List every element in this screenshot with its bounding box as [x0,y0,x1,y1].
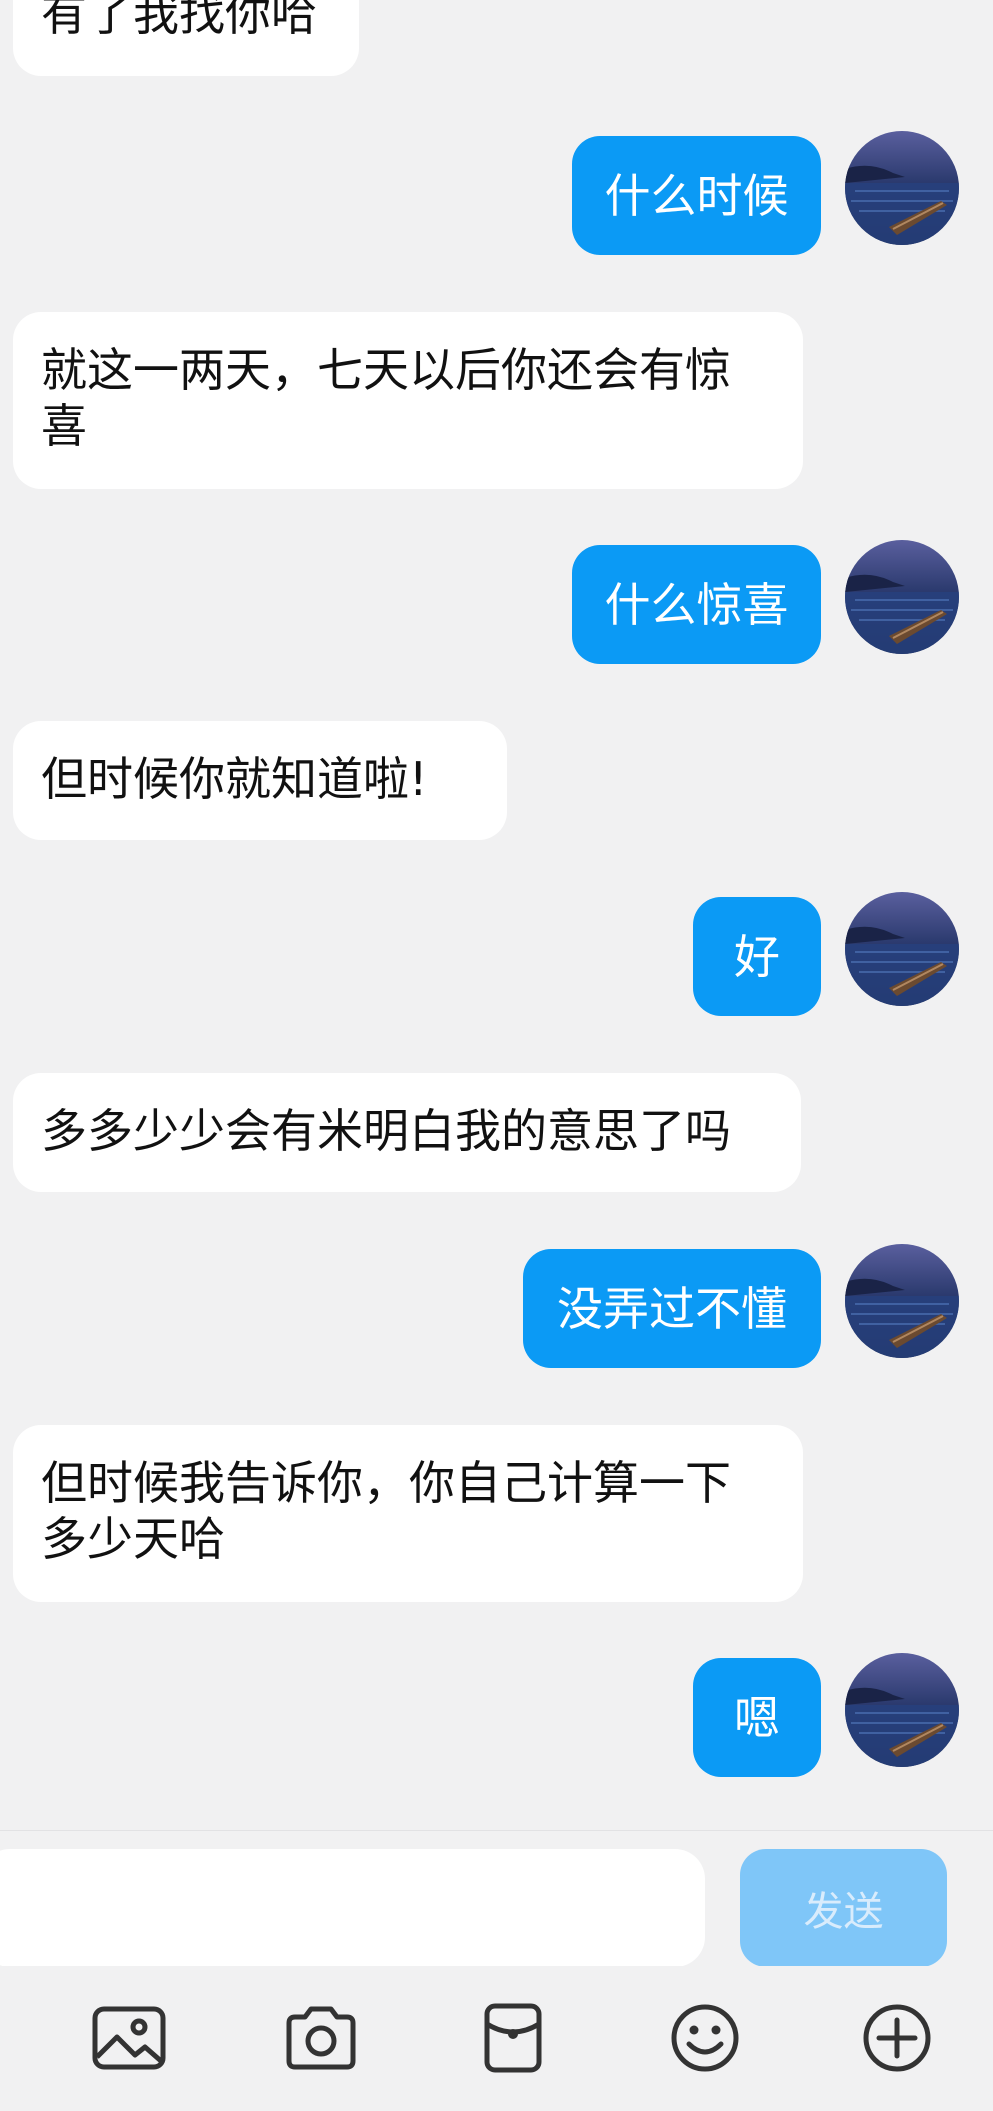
boat-at-night-avatar [845,1653,959,1767]
send-button-label: 发送 [803,1889,884,1935]
incoming-message-bubble: 多多少少会有米明白我的意思了吗 [13,1073,801,1192]
emoji-button[interactable] [663,1996,747,2080]
message-text: 有了我找你哈 [41,0,317,41]
outgoing-message-bubble: 嗯 [693,1658,821,1777]
camera-button[interactable] [279,1996,363,2080]
user-avatar[interactable] [845,131,959,245]
boat-at-night-avatar [845,540,959,654]
message-text: 但时候我告诉你，你自己计算一下多少天哈 [41,1456,731,1566]
incoming-message-bubble: 但时候你就知道啦! [13,721,507,840]
boat-at-night-avatar [845,892,959,1006]
user-avatar[interactable] [845,1244,959,1358]
boat-at-night-avatar [845,131,959,245]
outgoing-message-bubble: 什么时候 [572,136,821,255]
red-packet-icon [484,2003,542,2073]
message-text: 好 [734,930,780,984]
composer-toolbar [0,1966,993,2111]
incoming-message-bubble: 就这一两天，七天以后你还会有惊喜 [13,312,803,489]
incoming-message-bubble: 有了我找你哈 [13,0,359,76]
message-text: 就这一两天，七天以后你还会有惊喜 [41,343,731,453]
send-button[interactable]: 发送 [740,1849,947,1967]
emoji-icon [671,2004,739,2072]
incoming-message-bubble: 但时候我告诉你，你自己计算一下多少天哈 [13,1425,803,1602]
message-text: 没弄过不懂 [557,1282,787,1336]
outgoing-message-bubble: 什么惊喜 [572,545,821,664]
camera-icon [286,2006,356,2070]
message-text: 但时候你就知道啦! [41,752,428,806]
message-input[interactable] [0,1849,705,1967]
image-icon [92,2006,166,2070]
message-text: 什么惊喜 [604,578,789,632]
user-avatar[interactable] [845,1653,959,1767]
message-text: 什么时候 [604,169,789,223]
image-button[interactable] [87,1996,171,2080]
message-list[interactable]: 有了我找你哈 什么时候 就这一两天，七天以后你还会有惊喜 什么惊喜 但时候你就知… [0,0,993,1830]
message-text: 多多少少会有米明白我的意思了吗 [41,1104,731,1158]
plus-icon [863,2004,931,2072]
composer-bar: 发送 [0,1830,993,1967]
message-text: 嗯 [734,1691,780,1745]
red-packet-button[interactable] [471,1996,555,2080]
more-button[interactable] [855,1996,939,2080]
user-avatar[interactable] [845,540,959,654]
outgoing-message-bubble: 好 [693,897,821,1016]
boat-at-night-avatar [845,1244,959,1358]
outgoing-message-bubble: 没弄过不懂 [523,1249,821,1368]
user-avatar[interactable] [845,892,959,1006]
